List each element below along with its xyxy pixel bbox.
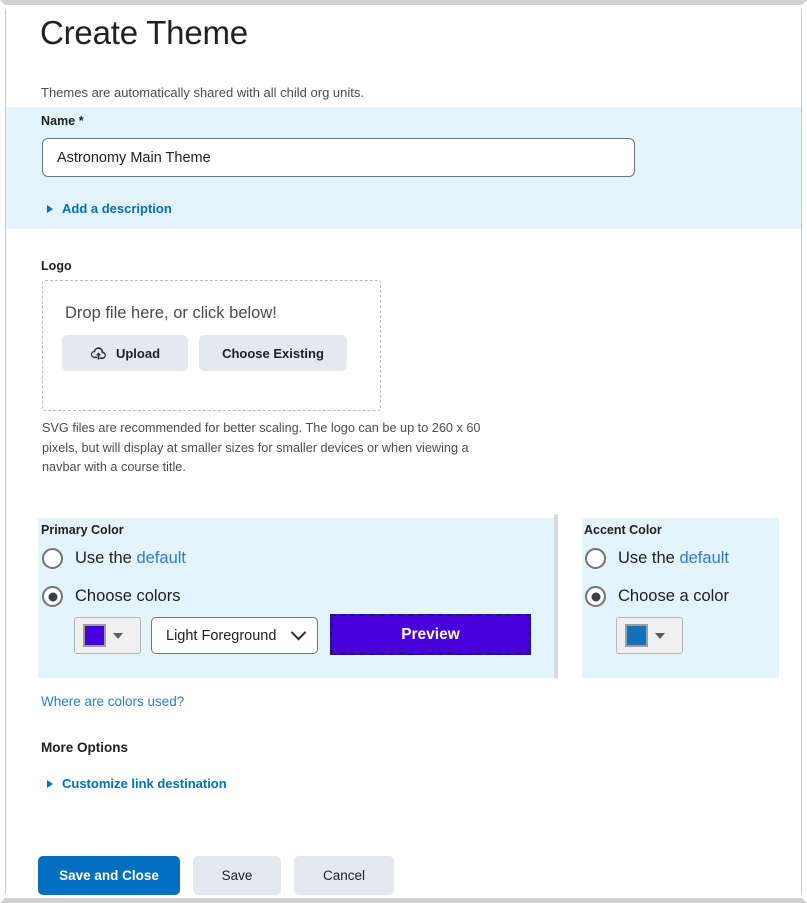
accent-use-default-radio[interactable] <box>585 548 606 569</box>
theme-name-input[interactable] <box>42 138 635 177</box>
cancel-label: Cancel <box>322 868 366 883</box>
logo-label: Logo <box>41 259 72 273</box>
save-button[interactable]: Save <box>193 856 281 895</box>
cancel-button[interactable]: Cancel <box>294 856 394 895</box>
primary-choose-colors-radio[interactable] <box>42 586 63 607</box>
primary-color-swatch-picker[interactable] <box>74 617 141 654</box>
preview-button-label: Preview <box>401 625 460 643</box>
primary-use-default-radio-row[interactable]: Use the default <box>42 548 186 569</box>
primary-color-section: Primary Color Use the default Choose col… <box>38 518 554 678</box>
primary-use-default-radio[interactable] <box>42 548 63 569</box>
more-options-heading: More Options <box>41 740 128 755</box>
foreground-select[interactable]: Light Foreground <box>151 617 318 654</box>
customize-link-destination-label: Customize link destination <box>62 776 227 791</box>
chevron-down-icon <box>655 632 665 639</box>
primary-color-swatch <box>83 624 106 647</box>
accent-color-swatch-picker[interactable] <box>616 617 683 654</box>
accent-choose-color-label: Choose a color <box>618 587 729 605</box>
choose-existing-label: Choose Existing <box>222 345 324 361</box>
form-actions: Save and Close Save Cancel <box>38 856 394 895</box>
add-description-toggle[interactable]: Add a description <box>47 201 172 216</box>
cloud-upload-icon <box>90 346 107 361</box>
accent-color-swatch <box>625 624 648 647</box>
upload-button[interactable]: Upload <box>62 335 188 371</box>
chevron-down-icon <box>290 624 307 641</box>
primary-use-default-label: Use the default <box>75 549 186 567</box>
foreground-select-value: Light Foreground <box>166 627 277 644</box>
page-title: Create Theme <box>40 14 248 51</box>
page-subtitle: Themes are automatically shared with all… <box>41 85 364 100</box>
chevron-down-icon <box>113 632 123 639</box>
chevron-right-icon <box>47 204 53 213</box>
accent-color-section: Accent Color Use the default Choose a co… <box>582 518 779 678</box>
save-label: Save <box>221 868 253 883</box>
upload-button-label: Upload <box>115 345 161 361</box>
preview-button[interactable]: Preview <box>330 614 531 655</box>
accent-color-label: Accent Color <box>584 523 662 537</box>
save-and-close-button[interactable]: Save and Close <box>38 856 180 895</box>
primary-color-label: Primary Color <box>41 523 124 537</box>
page-frame: Create Theme Themes are automatically sh… <box>5 9 802 895</box>
where-are-colors-used-link[interactable]: Where are colors used? <box>41 694 184 709</box>
accent-choose-color-radio-row[interactable]: Choose a color <box>585 586 729 607</box>
add-description-label: Add a description <box>62 201 172 216</box>
panel-divider <box>554 514 558 679</box>
create-theme-page: Create Theme Themes are automatically sh… <box>0 0 807 903</box>
logo-help-text: SVG files are recommended for better sca… <box>42 421 481 474</box>
accent-choose-color-radio[interactable] <box>585 586 606 607</box>
name-field-label: Name * <box>41 114 84 128</box>
logo-dropzone[interactable]: Drop file here, or click below! Upload C… <box>42 280 381 411</box>
primary-choose-colors-label: Choose colors <box>75 587 181 605</box>
save-and-close-label: Save and Close <box>59 868 159 883</box>
chevron-right-icon <box>47 779 53 788</box>
primary-default-link[interactable]: default <box>136 549 186 567</box>
accent-default-link[interactable]: default <box>679 549 729 567</box>
primary-choose-colors-radio-row[interactable]: Choose colors <box>42 586 180 607</box>
accent-use-default-radio-row[interactable]: Use the default <box>585 548 729 569</box>
choose-existing-button[interactable]: Choose Existing <box>199 335 347 371</box>
dropzone-text: Drop file here, or click below! <box>65 304 277 322</box>
accent-use-default-label: Use the default <box>618 549 729 567</box>
customize-link-destination-toggle[interactable]: Customize link destination <box>47 776 227 791</box>
